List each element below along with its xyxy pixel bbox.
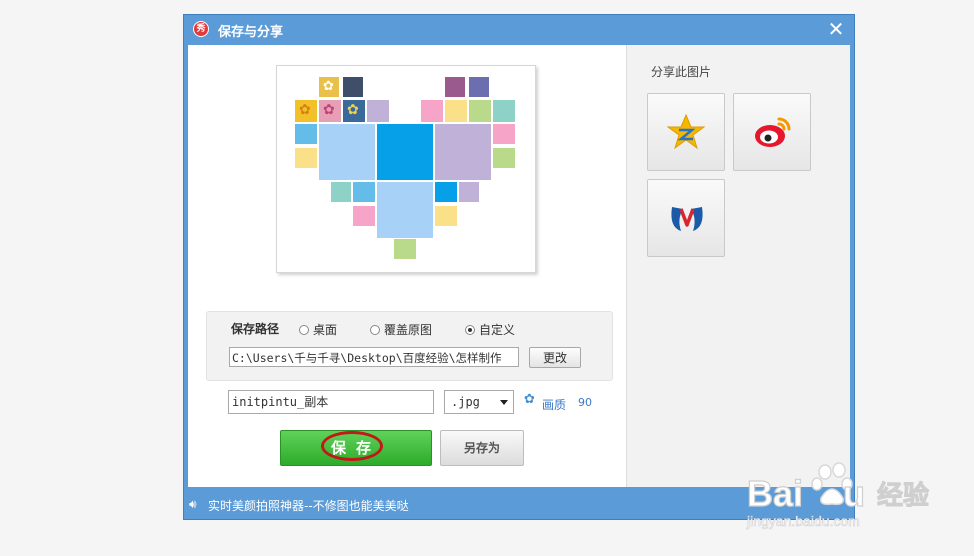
close-button[interactable]: ✕ (826, 19, 846, 39)
tile (295, 124, 317, 144)
tile (493, 100, 515, 122)
svg-text:经验: 经验 (877, 480, 929, 511)
tile (331, 182, 351, 202)
title-bar[interactable]: 秀 保存与分享 ✕ (184, 15, 854, 45)
radio-overwrite-label: 覆盖原图 (384, 323, 433, 337)
tile (459, 182, 479, 202)
flower-icon: ✿ (299, 102, 311, 118)
radio-custom[interactable]: 自定义 (465, 321, 515, 338)
radio-circle[interactable] (465, 324, 475, 335)
speaker-icon[interactable]: 🔊︎ (189, 497, 197, 512)
share-renren-button[interactable] (647, 179, 725, 257)
tile (435, 182, 457, 202)
tile (421, 100, 443, 122)
change-path-button[interactable]: 更改 (529, 347, 581, 368)
qzone-icon (667, 113, 705, 150)
share-title: 分享此图片 (651, 65, 712, 79)
flower-icon: ✿ (347, 102, 359, 118)
tile (319, 124, 375, 180)
filename-input[interactable]: initpintu_副本 (228, 390, 434, 414)
flower-icon: ✿ (323, 102, 335, 118)
chevron-down-icon (500, 400, 508, 405)
image-preview: ✿ ✿ ✿ ✿ (276, 65, 536, 273)
dialog-title: 保存与分享 (218, 25, 284, 40)
save-path-panel: 保存路径 桌面 覆盖原图 自定义 C:\Users\千与千寻\Desktop\百… (206, 311, 613, 381)
app-logo-icon: 秀 (193, 21, 209, 37)
save-path-label: 保存路径 (231, 322, 280, 336)
quality-link[interactable]: 画质 (542, 396, 566, 413)
tile (367, 100, 389, 122)
share-weibo-button[interactable] (733, 93, 811, 171)
save-as-button[interactable]: 另存为 (440, 430, 524, 466)
weibo-icon (755, 117, 791, 147)
save-share-dialog: 秀 保存与分享 ✕ ✿ ✿ ✿ ✿ 保存路径 桌面 覆盖原图 自定义 C:\Us… (183, 14, 855, 520)
photo-tile (445, 77, 465, 97)
save-pane: ✿ ✿ ✿ ✿ 保存路径 桌面 覆盖原图 自定义 C:\Users\千与千寻\D… (188, 45, 626, 487)
tile (435, 124, 491, 180)
radio-overwrite[interactable]: 覆盖原图 (370, 321, 432, 338)
tile (493, 124, 515, 144)
photo-tile (343, 77, 363, 97)
tile (469, 100, 491, 122)
radio-desktop[interactable]: 桌面 (299, 321, 337, 338)
save-button[interactable]: 保存 (280, 430, 432, 466)
tile (377, 182, 433, 238)
flower-icon: ✿ (323, 79, 334, 94)
dialog-content: ✿ ✿ ✿ ✿ 保存路径 桌面 覆盖原图 自定义 C:\Users\千与千寻\D… (188, 45, 850, 487)
share-qzone-button[interactable] (647, 93, 725, 171)
share-pane: 分享此图片 (626, 45, 850, 487)
radio-circle[interactable] (370, 324, 380, 335)
status-bar: 🔊︎ 实时美颜拍照神器--不修图也能美美哒 (184, 489, 854, 519)
renren-icon (671, 207, 703, 231)
gear-icon[interactable]: ✿ (524, 393, 536, 406)
tile (445, 100, 467, 122)
save-button-label: 保存 (330, 439, 381, 457)
tile (353, 206, 375, 226)
photo-tile (469, 77, 489, 97)
tile (493, 148, 515, 168)
tile (353, 182, 375, 202)
format-select[interactable]: .jpg (444, 390, 514, 414)
radio-custom-label: 自定义 (479, 323, 516, 337)
save-path-input[interactable]: C:\Users\千与千寻\Desktop\百度经验\怎样制作 (229, 347, 519, 367)
radio-desktop-label: 桌面 (313, 323, 338, 337)
tile (377, 124, 433, 180)
quality-value: 90 (578, 396, 592, 409)
tile (295, 148, 317, 168)
tile (435, 206, 457, 226)
tile (394, 239, 416, 259)
format-select-value: .jpg (451, 395, 480, 409)
status-ad-link[interactable]: 实时美颜拍照神器--不修图也能美美哒 (208, 497, 409, 514)
radio-circle[interactable] (299, 324, 309, 335)
